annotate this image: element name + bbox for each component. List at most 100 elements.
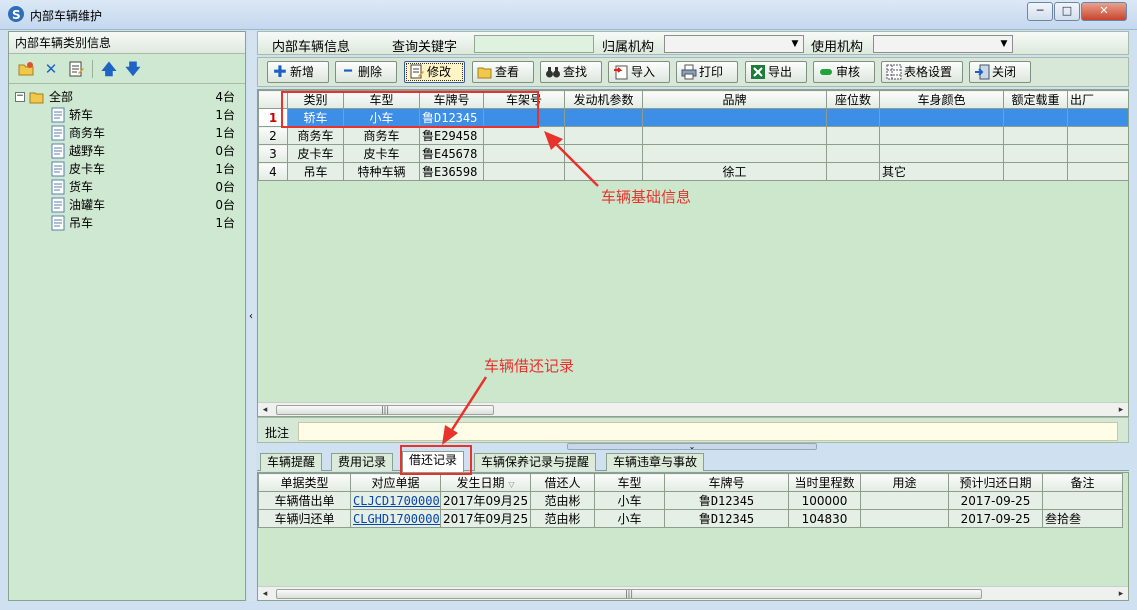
table-settings-button[interactable]: 表格设置 xyxy=(881,61,963,83)
scroll-right-icon[interactable]: ▸ xyxy=(1114,587,1128,600)
tree-item-sedan[interactable]: 轿车 1台 xyxy=(9,106,245,124)
column-header[interactable]: 类别 xyxy=(287,90,344,109)
column-header[interactable]: 车架号 xyxy=(483,90,565,109)
plate-cell[interactable]: 鲁E36598 xyxy=(419,162,484,181)
print-button[interactable]: 打印 xyxy=(676,61,738,83)
scroll-thumb[interactable]: ||| xyxy=(276,589,982,599)
remark-cell[interactable] xyxy=(1042,491,1123,510)
remark-cell[interactable]: 叁拾叁 xyxy=(1042,509,1123,528)
import-button[interactable]: 导入 xyxy=(608,61,670,83)
memo-input[interactable] xyxy=(298,422,1118,441)
export-button[interactable]: 导出 xyxy=(745,61,807,83)
chevron-down-icon[interactable]: ▼ xyxy=(996,36,1012,52)
keyword-input[interactable] xyxy=(474,35,594,53)
model-cell[interactable]: 小车 xyxy=(594,509,665,528)
add-folder-icon[interactable] xyxy=(17,60,35,78)
date-cell[interactable]: 2017年09月25日 xyxy=(440,509,531,528)
tab-vehicle-reminder[interactable]: 车辆提醒 xyxy=(260,453,323,471)
delete-button[interactable]: ━ 删除 xyxy=(335,61,397,83)
column-header[interactable]: 出厂 xyxy=(1067,90,1128,109)
category-cell[interactable]: 皮卡车 xyxy=(287,144,344,163)
column-header[interactable]: 备注 xyxy=(1042,473,1123,492)
tree-item-all[interactable]: − 全部 4台 xyxy=(9,88,245,106)
edit-button[interactable]: 修改 xyxy=(404,61,465,83)
brand-cell[interactable] xyxy=(642,108,827,127)
person-cell[interactable]: 范由彬 xyxy=(530,491,595,510)
tab-maintenance[interactable]: 车辆保养记录与提醒 xyxy=(474,453,597,471)
factory-cell[interactable] xyxy=(1067,126,1128,145)
column-header[interactable]: 额定载重 xyxy=(1003,90,1068,109)
collapse-left-icon[interactable]: ‹ xyxy=(249,311,253,322)
mileage-cell[interactable]: 104830 xyxy=(788,509,861,528)
audit-button[interactable]: 审核 xyxy=(813,61,875,83)
seats-cell[interactable] xyxy=(826,108,880,127)
horizontal-scrollbar[interactable]: ◂ ||| ▸ xyxy=(258,586,1128,600)
model-cell[interactable]: 特种车辆 xyxy=(343,162,420,181)
move-up-icon[interactable]: 🡅 xyxy=(100,60,118,78)
brand-cell[interactable] xyxy=(642,126,827,145)
plate-cell[interactable]: 鲁E29458 xyxy=(419,126,484,145)
horizontal-scrollbar[interactable]: ◂ ||| ▸ xyxy=(258,402,1128,416)
column-header[interactable]: 车牌号 xyxy=(419,90,484,109)
purpose-cell[interactable] xyxy=(860,509,949,528)
edit-category-icon[interactable] xyxy=(67,60,85,78)
collapse-toggle-icon[interactable]: − xyxy=(15,92,25,102)
use-org-select[interactable]: ▼ xyxy=(873,35,1013,53)
doc-type-cell[interactable]: 车辆借出单 xyxy=(258,491,351,510)
table-row[interactable]: 车辆归还单 CLGHD170000001 2017年09月25日 范由彬 小车 … xyxy=(258,509,1123,528)
move-down-icon[interactable]: 🡇 xyxy=(124,60,142,78)
load-cell[interactable] xyxy=(1003,126,1068,145)
horizontal-splitter[interactable]: ⌄ xyxy=(567,442,817,451)
vertical-splitter[interactable]: ‹ xyxy=(248,31,256,601)
color-cell[interactable] xyxy=(879,126,1004,145)
model-cell[interactable]: 皮卡车 xyxy=(343,144,420,163)
table-row[interactable]: 4 吊车 特种车辆 鲁E36598 徐工 其它 xyxy=(258,162,1128,181)
maximize-button[interactable]: □ xyxy=(1054,2,1080,21)
color-cell[interactable] xyxy=(879,144,1004,163)
chevron-down-icon[interactable]: ⌄ xyxy=(689,442,696,451)
table-row[interactable]: 车辆借出单 CLJCD170000001 2017年09月25日 范由彬 小车 … xyxy=(258,491,1123,510)
seats-cell[interactable] xyxy=(826,144,880,163)
column-header[interactable]: 品牌 xyxy=(642,90,827,109)
tree-item-business[interactable]: 商务车 1台 xyxy=(9,124,245,142)
model-cell[interactable]: 小车 xyxy=(343,108,420,127)
find-button[interactable]: 查找 xyxy=(540,61,602,83)
engine-cell[interactable] xyxy=(564,144,643,163)
category-cell[interactable]: 吊车 xyxy=(287,162,344,181)
column-header[interactable]: 车型 xyxy=(594,473,665,492)
delete-category-icon[interactable]: ✕ xyxy=(42,60,60,78)
engine-cell[interactable] xyxy=(564,108,643,127)
color-cell[interactable]: 其它 xyxy=(879,162,1004,181)
table-row[interactable]: 2 商务车 商务车 鲁E29458 xyxy=(258,126,1128,145)
plate-cell[interactable]: 鲁D12345 xyxy=(664,491,789,510)
tab-expense-records[interactable]: 费用记录 xyxy=(331,453,394,471)
tree-item-suv[interactable]: 越野车 0台 xyxy=(9,142,245,160)
plate-cell[interactable]: 鲁D12345 xyxy=(664,509,789,528)
column-header[interactable]: 借还人 xyxy=(530,473,595,492)
column-header[interactable]: 座位数 xyxy=(826,90,880,109)
doc-link[interactable]: CLJCD170000001 xyxy=(353,494,440,508)
tab-violations[interactable]: 车辆违章与事故 xyxy=(606,453,705,471)
column-header[interactable]: 车型 xyxy=(343,90,420,109)
load-cell[interactable] xyxy=(1003,108,1068,127)
engine-cell[interactable] xyxy=(564,126,643,145)
plate-cell[interactable]: 鲁D12345 xyxy=(419,108,484,127)
return-date-cell[interactable]: 2017-09-25 xyxy=(948,491,1043,510)
column-header[interactable]: 车身颜色 xyxy=(879,90,1004,109)
tree-item-pickup[interactable]: 皮卡车 1台 xyxy=(9,160,245,178)
scroll-left-icon[interactable]: ◂ xyxy=(258,587,272,600)
purpose-cell[interactable] xyxy=(860,491,949,510)
category-cell[interactable]: 轿车 xyxy=(287,108,344,127)
factory-cell[interactable] xyxy=(1067,144,1128,163)
doc-type-cell[interactable]: 车辆归还单 xyxy=(258,509,351,528)
date-cell[interactable]: 2017年09月25日 xyxy=(440,491,531,510)
load-cell[interactable] xyxy=(1003,162,1068,181)
tree-item-crane[interactable]: 吊车 1台 xyxy=(9,214,245,232)
frame-cell[interactable] xyxy=(483,144,565,163)
column-header[interactable]: 单据类型 xyxy=(258,473,351,492)
color-cell[interactable] xyxy=(879,108,1004,127)
org-select[interactable]: ▼ xyxy=(664,35,804,53)
close-window-button[interactable]: ✕ xyxy=(1081,2,1127,21)
column-header[interactable]: 发生日期 ▽ xyxy=(440,473,531,492)
tree-item-truck[interactable]: 货车 0台 xyxy=(9,178,245,196)
